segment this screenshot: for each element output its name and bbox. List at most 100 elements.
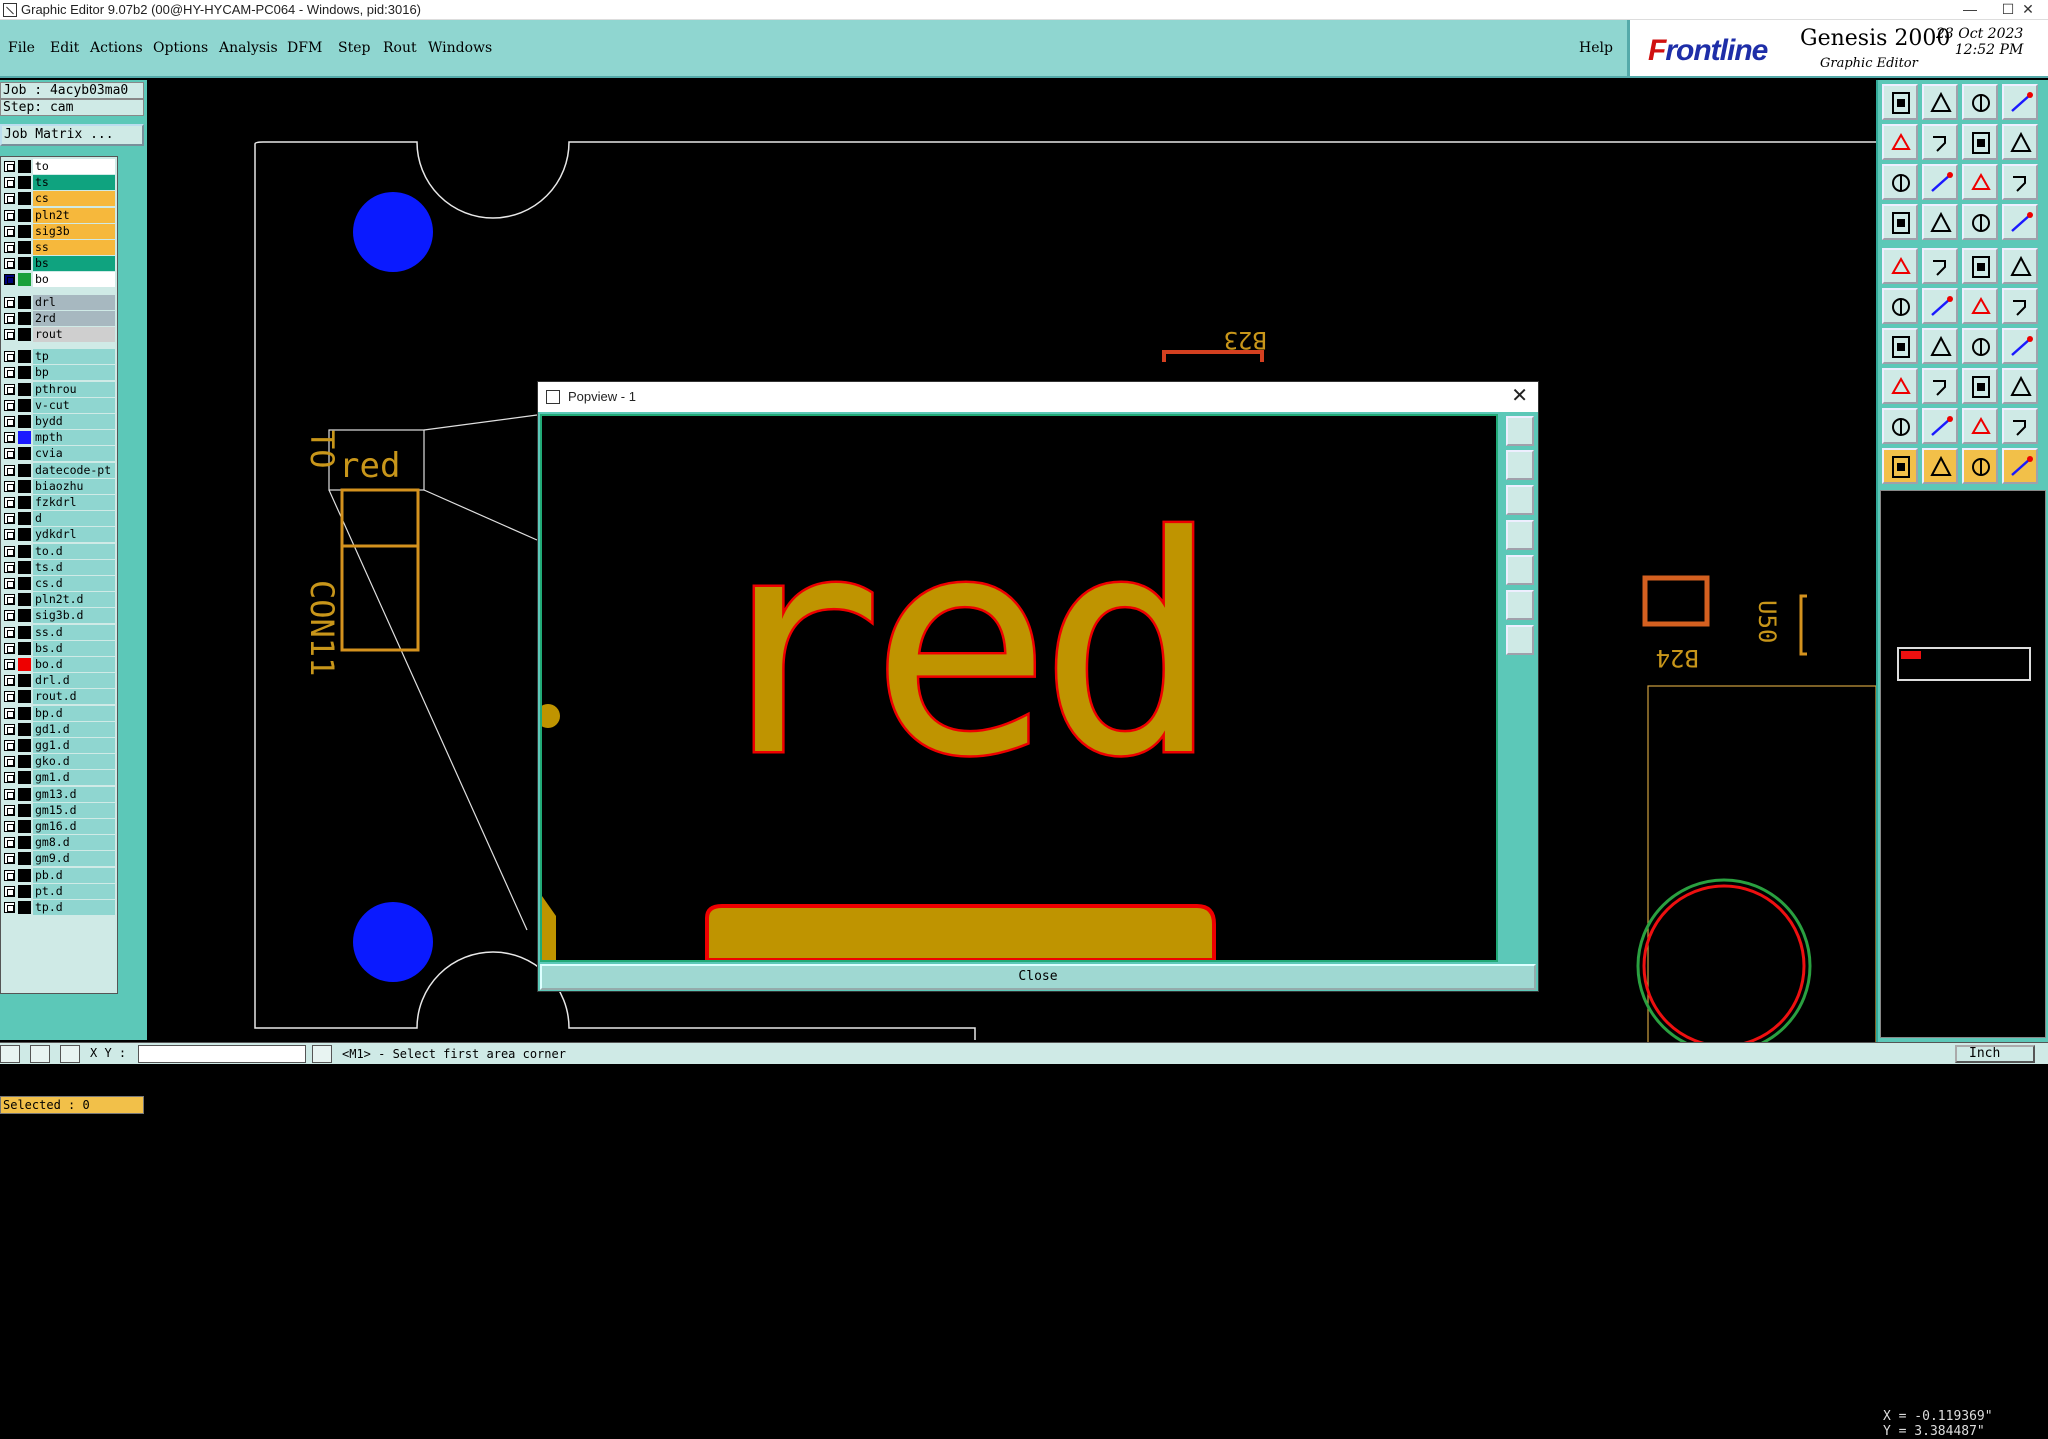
layer-checkbox[interactable] [4,296,15,308]
popview-tool-2[interactable] [1506,450,1534,480]
window-button[interactable] [2002,84,2038,120]
layer-row-ts.d[interactable]: ts.d [1,559,117,575]
layer-checkbox[interactable] [4,837,15,849]
popview-tool-4[interactable] [1506,520,1534,550]
layer-name[interactable]: sig3b [33,223,115,239]
mini-view[interactable] [1897,647,2031,681]
layer-checkbox[interactable] [4,161,15,172]
layer-checkbox[interactable] [4,209,15,221]
layer-color-swatch[interactable] [18,625,31,639]
layer-color-swatch[interactable] [18,496,31,509]
popview-canvas[interactable]: red [540,414,1498,962]
layer-checkbox[interactable] [4,177,15,189]
layer-color-swatch[interactable] [18,836,31,850]
layer-color-swatch[interactable] [18,328,31,341]
layer-row-gm16.d[interactable]: gm16.d [1,819,117,834]
minus-button[interactable] [1922,368,1958,404]
layer-name[interactable]: rout [33,327,115,342]
pad-add-button[interactable] [1882,368,1918,404]
popview-tool-3[interactable] [1506,485,1534,515]
layer-color-swatch[interactable] [18,350,31,364]
layer-row-ss[interactable]: ss [1,240,117,255]
layer-row-bs[interactable]: bs [1,256,117,272]
layer-row-2rd[interactable]: 2rd [1,310,117,326]
layer-color-swatch[interactable] [18,366,31,380]
layer-name[interactable]: bs.d [33,640,115,656]
zoom-center-button[interactable] [1922,164,1958,200]
layer-row-cs.d[interactable]: cs.d [1,576,117,591]
popview-tool-7[interactable] [1506,625,1534,655]
xy-input[interactable] [138,1045,306,1063]
layer-name[interactable]: gg1.d [33,738,115,753]
layer-checkbox[interactable] [4,821,15,832]
layer-row-fzkdrl[interactable]: fzkdrl [1,495,117,510]
center-button[interactable] [1962,368,1998,404]
layer-row-bp.d[interactable]: bp.d [1,705,117,721]
popview-close-icon[interactable]: ✕ [1511,386,1528,406]
layer-row-to[interactable]: to [1,159,117,174]
layer-name[interactable]: rout.d [33,689,115,705]
layer-checkbox[interactable] [4,351,15,363]
layer-row-datecode-pt[interactable]: datecode-pt [1,462,117,478]
layer-checkbox[interactable] [4,312,15,324]
menu-windows[interactable]: Windows [428,40,492,56]
layer-checkbox[interactable] [4,193,15,205]
layer-checkbox[interactable] [4,497,15,508]
layer-name[interactable]: gko.d [33,754,115,770]
layer-checkbox[interactable] [4,242,15,253]
select-4-button[interactable] [2002,448,2038,484]
layer-row-pln2t.d[interactable]: pln2t.d [1,592,117,608]
layer-color-swatch[interactable] [18,273,31,287]
layer-row-gm15.d[interactable]: gm15.d [1,802,117,818]
layer-checkbox[interactable] [4,274,15,286]
move-button[interactable] [1882,84,1918,120]
layer-name[interactable]: tp.d [33,900,115,915]
layer-color-swatch[interactable] [18,463,31,477]
layer-row-bo.d[interactable]: bo.d [1,657,117,672]
layer-name[interactable]: pln2t.d [33,592,115,608]
popview-tool-6[interactable] [1506,590,1534,620]
layer-row-d[interactable]: d [1,511,117,527]
layer-row-gg1.d[interactable]: gg1.d [1,738,117,753]
point-button[interactable] [1962,288,1998,324]
layer-row-ss.d[interactable]: ss.d [1,624,117,640]
layer-checkbox[interactable] [4,788,15,800]
layer-color-swatch[interactable] [18,868,31,882]
layer-row-to.d[interactable]: to.d [1,543,117,559]
layer-checkbox[interactable] [4,869,15,881]
layer-name[interactable]: 2rd [33,310,115,326]
menu-dfm[interactable]: DFM [287,40,322,56]
layer-name[interactable]: pthrou [33,381,115,397]
layer-row-bo[interactable]: bo [1,272,117,288]
popview-close-button[interactable]: Close [540,964,1536,990]
flip-button[interactable] [1962,124,1998,160]
layer-name[interactable]: drl.d [33,673,115,689]
redraw-button[interactable] [2002,124,2038,160]
layer-row-gko.d[interactable]: gko.d [1,754,117,770]
menu-file[interactable]: File [8,40,35,56]
layer-row-pthrou[interactable]: pthrou [1,381,117,397]
layer-checkbox[interactable] [4,367,15,379]
layer-row-bs.d[interactable]: bs.d [1,640,117,656]
layer-color-swatch[interactable] [18,382,31,396]
layer-name[interactable]: datecode-pt [33,462,115,478]
select-2-button[interactable] [1922,448,1958,484]
layer-color-swatch[interactable] [18,544,31,558]
layer-checkbox[interactable] [4,885,15,897]
layer-checkbox[interactable] [4,578,15,589]
layer-color-swatch[interactable] [18,884,31,898]
layer-row-drl.d[interactable]: drl.d [1,673,117,689]
layers-button[interactable] [1882,204,1918,240]
layer-checkbox[interactable] [4,902,15,913]
layer-checkbox[interactable] [4,675,15,687]
layer-row-pln2t[interactable]: pln2t [1,207,117,223]
layer-name[interactable]: cvia [33,446,115,462]
grid-tool-icon[interactable] [60,1045,80,1063]
layer-name[interactable]: bydd [33,414,115,429]
layer-row-pt.d[interactable]: pt.d [1,883,117,899]
layer-name[interactable]: gd1.d [33,721,115,737]
layer-name[interactable]: d [33,511,115,527]
layer-checkbox[interactable] [4,626,15,638]
layer-name[interactable]: bp [33,365,115,381]
home-view-button[interactable] [1922,84,1958,120]
